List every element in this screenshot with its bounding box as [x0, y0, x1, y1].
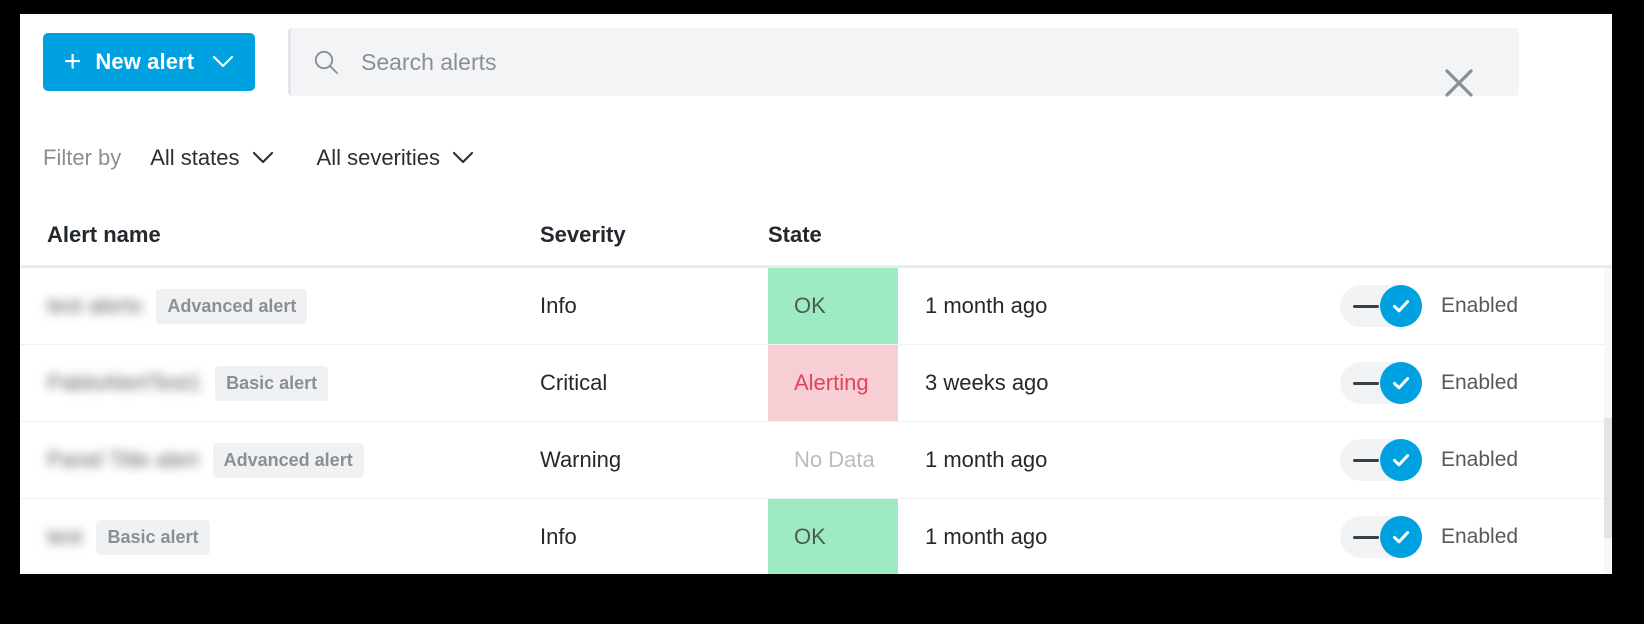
chevron-down-icon [252, 151, 274, 165]
status-badge: OK [768, 268, 898, 344]
alert-name-cell: Panel Title alert Advanced alert [20, 422, 540, 498]
filter-bar: Filter by All states All severities [43, 138, 517, 178]
screenshot-frame: + New alert [0, 0, 1644, 624]
toolbar: + New alert [20, 14, 1612, 118]
table-header-row: Alert name Severity State [20, 204, 1612, 268]
enabled-toggle-cell: Enabled [1318, 422, 1612, 498]
alert-name-cell: test alerts Advanced alert [20, 268, 540, 344]
new-alert-button-label: New alert [95, 49, 194, 75]
toggle-track-dash [1353, 305, 1379, 308]
enabled-toggle-cell: Enabled [1318, 499, 1612, 574]
status-badge: No Data [768, 422, 898, 498]
enabled-toggle[interactable] [1340, 285, 1422, 327]
search-icon [312, 48, 340, 76]
table-row[interactable]: test Basic alert InfoOK1 month ago Enabled [20, 499, 1612, 574]
alert-name: Panel Title alert [47, 447, 199, 473]
table-scrollbar-track[interactable] [1604, 268, 1612, 574]
alert-type-badge: Basic alert [215, 366, 328, 401]
enabled-toggle-cell: Enabled [1318, 268, 1612, 344]
chevron-down-icon [212, 55, 234, 69]
toggle-track-dash [1353, 536, 1379, 539]
status-badge: OK [768, 499, 898, 574]
enabled-toggle[interactable] [1340, 439, 1422, 481]
plus-icon: + [64, 47, 82, 77]
alert-type-badge: Basic alert [96, 520, 209, 555]
toggle-track-dash [1353, 382, 1379, 385]
enabled-label: Enabled [1441, 525, 1518, 549]
enabled-label: Enabled [1441, 448, 1518, 472]
alert-type-badge: Advanced alert [213, 443, 364, 478]
last-updated-value: 3 weeks ago [898, 345, 1318, 421]
alert-type-badge: Advanced alert [156, 289, 307, 324]
chevron-down-icon [452, 151, 474, 165]
alert-name: test alerts [47, 293, 142, 319]
filter-states-dropdown[interactable]: All states [150, 145, 273, 171]
check-icon [1380, 362, 1422, 404]
status-badge: Alerting [768, 345, 898, 421]
alert-name: PabloAlertTest1 [47, 370, 201, 396]
alerts-table: Alert name Severity State test alerts Adv… [20, 204, 1612, 574]
alert-name-cell: PabloAlertTest1 Basic alert [20, 345, 540, 421]
table-scrollbar-thumb[interactable] [1604, 418, 1612, 538]
enabled-toggle[interactable] [1340, 516, 1422, 558]
search-input[interactable] [361, 28, 1519, 96]
filter-severities-label: All severities [317, 145, 440, 171]
check-icon [1380, 516, 1422, 558]
alert-name-cell: test Basic alert [20, 499, 540, 574]
check-icon [1380, 439, 1422, 481]
alert-name: test [47, 524, 82, 550]
last-updated-value: 1 month ago [898, 422, 1318, 498]
table-row[interactable]: test alerts Advanced alert InfoOK1 month a… [20, 268, 1612, 345]
clear-search-button[interactable] [1437, 62, 1481, 106]
close-icon [1441, 65, 1477, 104]
table-row[interactable]: Panel Title alert Advanced alert WarningNo… [20, 422, 1612, 499]
enabled-label: Enabled [1441, 371, 1518, 395]
last-updated-value: 1 month ago [898, 499, 1318, 574]
new-alert-button[interactable]: + New alert [43, 33, 255, 91]
filter-states-label: All states [150, 145, 239, 171]
column-header-state: State [768, 222, 898, 248]
filter-severities-dropdown[interactable]: All severities [317, 145, 474, 171]
toggle-track-dash [1353, 459, 1379, 462]
severity-value: Critical [540, 345, 768, 421]
column-header-alert-name: Alert name [20, 222, 540, 248]
last-updated-value: 1 month ago [898, 268, 1318, 344]
search-field[interactable] [288, 28, 1519, 96]
severity-value: Warning [540, 422, 768, 498]
column-header-severity: Severity [540, 222, 768, 248]
table-body: test alertsAdvanced alertInfoOK1 month a… [20, 268, 1612, 574]
enabled-toggle[interactable] [1340, 362, 1422, 404]
alert-list-page: + New alert [20, 14, 1612, 574]
severity-value: Info [540, 499, 768, 574]
enabled-toggle-cell: Enabled [1318, 345, 1612, 421]
check-icon [1380, 285, 1422, 327]
severity-value: Info [540, 268, 768, 344]
filter-by-label: Filter by [43, 145, 121, 171]
table-row[interactable]: PabloAlertTest1 Basic alert CriticalAlerti… [20, 345, 1612, 422]
enabled-label: Enabled [1441, 294, 1518, 318]
